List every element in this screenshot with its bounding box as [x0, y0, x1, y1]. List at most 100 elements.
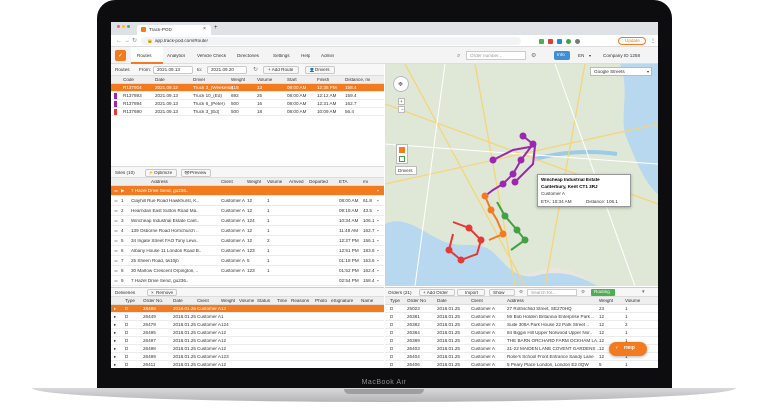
table-row[interactable]: ☰ 1 Clayhill Rue Road Hawkhurst, K.. Custom… — [111, 196, 384, 206]
map-drivers-button[interactable]: Drivers — [395, 166, 417, 175]
table-row[interactable]: ▸ D 26479 2018.01.25 Customer A 124 — [111, 321, 384, 329]
table-row[interactable]: ▸ D 26497 2018.01.25 Customer A 12 — [111, 337, 384, 345]
menu-dots-icon[interactable]: ⋮ — [650, 38, 656, 44]
table-row[interactable]: ☰ 3 Wincheap Industrial Estate Cant.. Custo… — [111, 216, 384, 226]
table-row[interactable]: ▸ D 26498 2018.01.25 Customer A 12 — [111, 345, 384, 353]
to-date-input[interactable]: 2021.09.20 — [207, 66, 247, 74]
table-row[interactable]: ☰ 7 25 Sheen Road, tw10jb Customer A 5 1 01:18… — [111, 256, 384, 266]
table-row[interactable]: ☰ 4 139 Osborne Road Hornchurch .. Customer… — [111, 226, 384, 236]
table-row[interactable]: R137894 2021.09.13 Truck 6_(Peter) 500 16 08:… — [111, 100, 384, 108]
reload-icon[interactable]: ↻ — [132, 38, 137, 44]
table-row[interactable]: R137893 2021.09.13 Truck 10_(Ed) 692 25 08:00… — [111, 92, 384, 100]
nav-tab-settings[interactable]: Settings — [273, 54, 290, 59]
company-select[interactable]: Company ID 1258 — [603, 54, 640, 59]
address-field[interactable]: 🔒 app.track-pod.com/Route/ — [141, 37, 521, 45]
nav-tab-routes[interactable]: Routes — [131, 47, 163, 64]
remove-button[interactable]: × Remove — [147, 289, 177, 296]
expand-icon[interactable]: ▸ — [114, 323, 116, 328]
nav-tab-vehicle-check[interactable]: Vehicle Check — [197, 54, 226, 59]
drag-handle-icon[interactable]: ☰ — [114, 249, 118, 254]
orders-search-input[interactable]: Search for... — [527, 289, 577, 296]
from-date-input[interactable]: 2021.09.13 — [153, 66, 193, 74]
lock-icon[interactable]: ▪ — [377, 239, 379, 244]
optimize-button[interactable]: Optimize ⚡ — [145, 169, 177, 177]
settings-icon[interactable]: ⚙ — [581, 290, 585, 295]
browser-tab[interactable]: Track-POD × — [137, 25, 211, 35]
info-button[interactable]: Info — [554, 51, 570, 60]
drag-handle-icon[interactable]: ☰ — [114, 209, 118, 214]
map-style-select[interactable]: Google Streets ▾ — [590, 67, 652, 76]
table-row[interactable]: D 25023 2018.01.25 Customer A 27 Rothschild … — [385, 305, 658, 313]
help-button[interactable]: ? Help — [609, 342, 647, 356]
lock-icon[interactable]: ▪ — [377, 199, 379, 204]
nav-tab-directories[interactable]: Directories — [237, 54, 259, 59]
zoom-out-button[interactable]: − — [398, 106, 405, 113]
lock-icon[interactable]: ▪ — [377, 219, 379, 224]
forward-icon[interactable]: → — [124, 38, 130, 44]
map-pan-control[interactable]: ✥ — [393, 76, 409, 92]
back-icon[interactable]: ← — [116, 38, 122, 44]
table-row[interactable]: ▸ D 28488 2018.01.25 Customer A 12 — [111, 305, 384, 313]
table-row[interactable]: R137904 2021.09.12 Truck 3_(Weekend) 418 13 0… — [111, 84, 384, 92]
table-row[interactable]: ☰ 6 Albany House 11 London Road B.. Custome… — [111, 246, 384, 256]
table-row[interactable]: ▸ D 26411 2018.01.25 Customer A 12 — [111, 361, 384, 368]
expand-icon[interactable]: ▸ — [114, 347, 116, 352]
drag-handle-icon[interactable]: ☰ — [114, 229, 118, 234]
import-button[interactable]: Import — [457, 289, 485, 296]
extension-icon[interactable] — [566, 39, 571, 44]
drivers-button[interactable]: Drivers 👤 — [305, 66, 335, 74]
expand-icon[interactable]: ▸ — [114, 355, 116, 360]
nav-tab-analytics[interactable]: Analytics — [167, 54, 185, 59]
nav-tab-help[interactable]: Help — [301, 54, 310, 59]
table-row[interactable]: D 26382 2018.01.25 Customer A Suite 309A Par… — [385, 321, 658, 329]
extension-icon[interactable] — [539, 39, 544, 44]
gear-icon[interactable]: ⚙ — [519, 290, 523, 295]
lock-icon[interactable]: ▪ — [377, 229, 379, 234]
extension-icon[interactable] — [575, 39, 580, 44]
lock-icon[interactable]: ▪ — [377, 189, 379, 194]
lock-icon[interactable]: ▪ — [377, 209, 379, 214]
add-order-button[interactable]: + Add Order — [419, 289, 455, 296]
refresh-icon[interactable]: ↻ — [253, 67, 258, 73]
map-panel[interactable]: Google Streets ▾ ✥ + − Drivers Wincheap … — [385, 64, 658, 286]
update-button[interactable]: Update — [618, 37, 646, 45]
table-row[interactable]: ☰ 5 34 Ingate Street FAO Tony Lewi.. Custom… — [111, 236, 384, 246]
filter-icon[interactable]: ▼ — [641, 290, 646, 295]
expand-icon[interactable]: ▸ — [114, 307, 116, 312]
lock-icon[interactable]: ▪ — [377, 259, 379, 264]
lock-icon[interactable]: ▪ — [377, 279, 379, 284]
expand-icon[interactable]: ▸ — [114, 315, 116, 320]
add-route-button[interactable]: + Add Route — [263, 66, 299, 74]
close-tab-icon[interactable]: × — [203, 27, 206, 32]
new-tab-icon[interactable]: + — [214, 25, 218, 31]
table-row[interactable]: R137690 2021.09.13 Truck 3_(Ed) 500 18 08:00 … — [111, 108, 384, 116]
expand-icon[interactable]: ▸ — [114, 363, 116, 368]
order-search-input[interactable]: Order number... — [466, 51, 526, 60]
table-row[interactable]: ▸ D 26499 2018.01.25 Customer A 123 — [111, 353, 384, 361]
drag-handle-icon[interactable]: ☰ — [114, 279, 118, 284]
table-row[interactable]: D 26381 2018.01.25 Customer A Mr Bob Holden … — [385, 313, 658, 321]
expand-icon[interactable]: ▸ — [114, 339, 116, 344]
table-row[interactable]: ☰ ▶ 7 Hazel Drive Send, gu236.. ▪ — [111, 186, 384, 196]
table-row[interactable]: ☰ 2 Hearndan East Sutton Road Ma.. Customer… — [111, 206, 384, 216]
show-button[interactable]: Show — [489, 289, 515, 296]
map-layer-controls[interactable] — [396, 144, 408, 164]
extension-icon[interactable] — [548, 39, 553, 44]
drag-handle-icon[interactable]: ☰ — [114, 259, 118, 264]
table-row[interactable]: ☰ 8 30 Marlow Crescent Orpington, .. Custom… — [111, 266, 384, 276]
drag-handle-icon[interactable]: ☰ — [114, 189, 118, 194]
zoom-in-button[interactable]: + — [398, 98, 405, 105]
nav-tab-admin[interactable]: Admin — [321, 54, 334, 59]
drag-handle-icon[interactable]: ☰ — [114, 199, 118, 204]
table-row[interactable]: ▸ D 26495 2018.01.25 Customer A 12 — [111, 329, 384, 337]
gear-icon[interactable]: ⚙ — [531, 53, 536, 59]
table-row[interactable]: D 26406 2018.01.25 Customer A 5 Peary Place … — [385, 361, 658, 368]
drag-handle-icon[interactable]: ☰ — [114, 219, 118, 224]
lock-icon[interactable]: ▪ — [377, 269, 379, 274]
expand-icon[interactable]: ▸ — [114, 331, 116, 336]
app-logo[interactable]: ✓ — [115, 50, 126, 61]
drag-handle-icon[interactable]: ☰ — [114, 239, 118, 244]
language-select[interactable]: EN — [578, 54, 584, 59]
routing-button[interactable]: Routing — [591, 289, 615, 296]
table-row[interactable]: ☰ 9 7 Hazel Drive Send, gu236.. 02:54 PM 158… — [111, 276, 384, 286]
